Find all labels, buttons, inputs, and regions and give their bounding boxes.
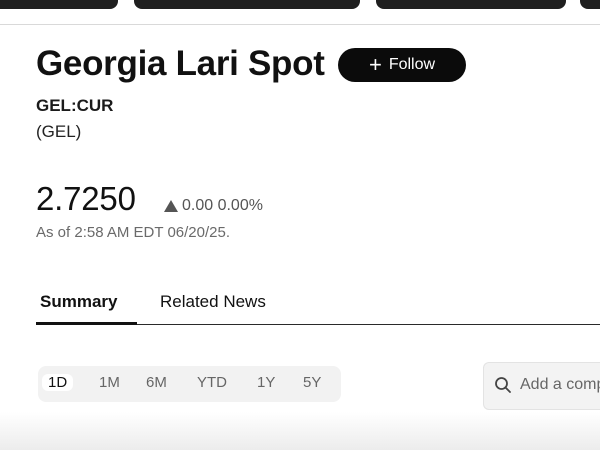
as-of-timestamp: As of 2:58 AM EDT 06/20/25. — [36, 224, 231, 241]
top-nav-button-2[interactable] — [134, 0, 360, 9]
range-ytd[interactable]: YTD — [197, 374, 227, 391]
price-change-text: 0.00 0.00% — [182, 197, 263, 214]
range-1m[interactable]: 1M — [99, 374, 120, 391]
compare-search — [483, 362, 600, 410]
plus-icon: + — [368, 52, 382, 77]
top-nav-button-3[interactable] — [376, 0, 566, 9]
follow-label: Follow — [388, 56, 436, 73]
tab-related-news[interactable]: Related News — [160, 292, 266, 312]
range-1y[interactable]: 1Y — [257, 374, 275, 391]
price-change: 0.00 0.00% — [164, 197, 263, 215]
ticker-symbol: GEL:CUR — [36, 96, 114, 115]
follow-button[interactable]: + Follow — [338, 48, 466, 82]
range-1d[interactable]: 1D — [42, 374, 74, 391]
bottom-fade — [0, 412, 600, 450]
tab-bar: Summary Related News — [35, 288, 600, 325]
page-title: Georgia Lari Spot — [36, 44, 325, 83]
range-5y[interactable]: 5Y — [303, 374, 321, 391]
triangle-up-icon — [164, 200, 178, 212]
currency-code: (GEL) — [36, 122, 82, 141]
price-value: 2.7250 — [36, 180, 136, 217]
top-nav-bar — [0, 0, 600, 25]
time-range-selector: 1D 1M 6M YTD 1Y 5Y — [38, 366, 341, 402]
top-nav-button-1[interactable] — [0, 0, 118, 9]
range-6m[interactable]: 6M — [146, 374, 167, 391]
top-nav-button-4[interactable] — [580, 0, 600, 9]
compare-search-input[interactable] — [518, 375, 600, 395]
tab-summary[interactable]: Summary — [35, 292, 139, 325]
search-icon — [495, 377, 511, 393]
